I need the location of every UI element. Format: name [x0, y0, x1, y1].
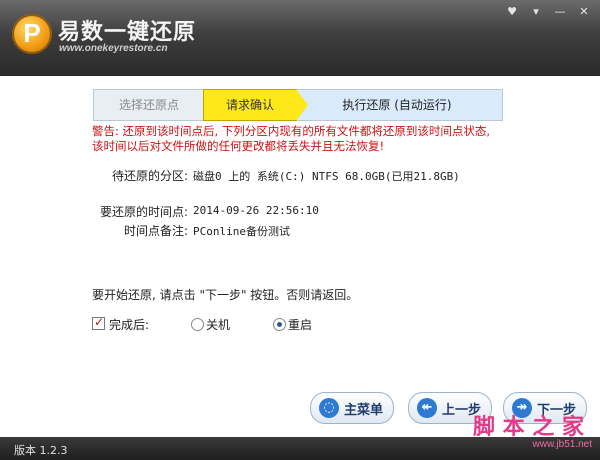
back-arrow-icon: ↞ [417, 398, 437, 418]
after-checkbox[interactable]: ✓ [92, 315, 105, 330]
app-url: www.onekeyrestore.cn [59, 43, 168, 54]
restart-label: 重启 [288, 318, 313, 332]
time-value: 2014-09-26 22:56:10 [193, 204, 319, 217]
version-text: 版本 1.2.3 [14, 444, 68, 457]
radio-selected-dot [277, 322, 282, 327]
main-menu-label: 主菜单 [344, 403, 384, 418]
app-logo: P [12, 14, 52, 54]
after-label: 完成后: [109, 318, 150, 332]
wizard-steps: 选择还原点 执行还原 (自动运行) 请求确认 [93, 89, 503, 121]
time-label: 要还原的时间点: [99, 205, 188, 219]
step-select-restore-point: 选择还原点 [93, 89, 205, 121]
step-execute-restore: 执行还原 (自动运行) [291, 89, 503, 121]
restart-radio[interactable] [273, 318, 286, 331]
close-icon[interactable]: ✕ [574, 4, 594, 20]
partition-value: 磁盘0 上的 系统(C:) NTFS 68.0GB(已用21.8GB) [193, 170, 460, 183]
watermark-text: 脚 本 之 家 [473, 414, 584, 440]
title-bar: P 易数一键还原 www.onekeyrestore.cn ♥ ▾ — ✕ [0, 0, 600, 76]
note-value: PConline备份测试 [193, 225, 290, 238]
shutdown-radio[interactable] [191, 318, 204, 331]
check-icon: ✓ [94, 315, 105, 329]
partition-label: 待还原的分区: [111, 169, 188, 183]
minimize-icon[interactable]: — [550, 4, 570, 20]
step-request-confirm: 请求确认 [203, 89, 297, 121]
shutdown-label: 关机 [206, 318, 231, 332]
main-menu-button[interactable]: ◌ 主菜单 [310, 392, 394, 424]
step-label: 选择还原点 [118, 98, 179, 112]
window-controls: ♥ ▾ — ✕ [502, 4, 594, 20]
menu-icon[interactable]: ▾ [526, 4, 546, 20]
watermark-url: www.jb51.net [532, 439, 592, 450]
gift-icon[interactable]: ♥ [502, 4, 522, 20]
warning-text: 警告: 还原到该时间点后, 下列分区内现有的所有文件都将还原到该时间点状态, 该… [92, 124, 490, 153]
note-label: 时间点备注: [123, 224, 188, 238]
step-label: 执行还原 (自动运行) [342, 98, 452, 112]
logo-letter: P [23, 18, 41, 48]
step-label: 请求确认 [225, 98, 274, 112]
prompt-text: 要开始还原, 请点击 "下一步" 按钮。否则请返回。 [92, 288, 359, 302]
main-menu-icon: ◌ [319, 398, 339, 418]
step-arrow-icon [296, 89, 308, 121]
app-title: 易数一键还原 [58, 20, 197, 45]
app-window: P 易数一键还原 www.onekeyrestore.cn ♥ ▾ — ✕ 选择… [0, 0, 600, 460]
